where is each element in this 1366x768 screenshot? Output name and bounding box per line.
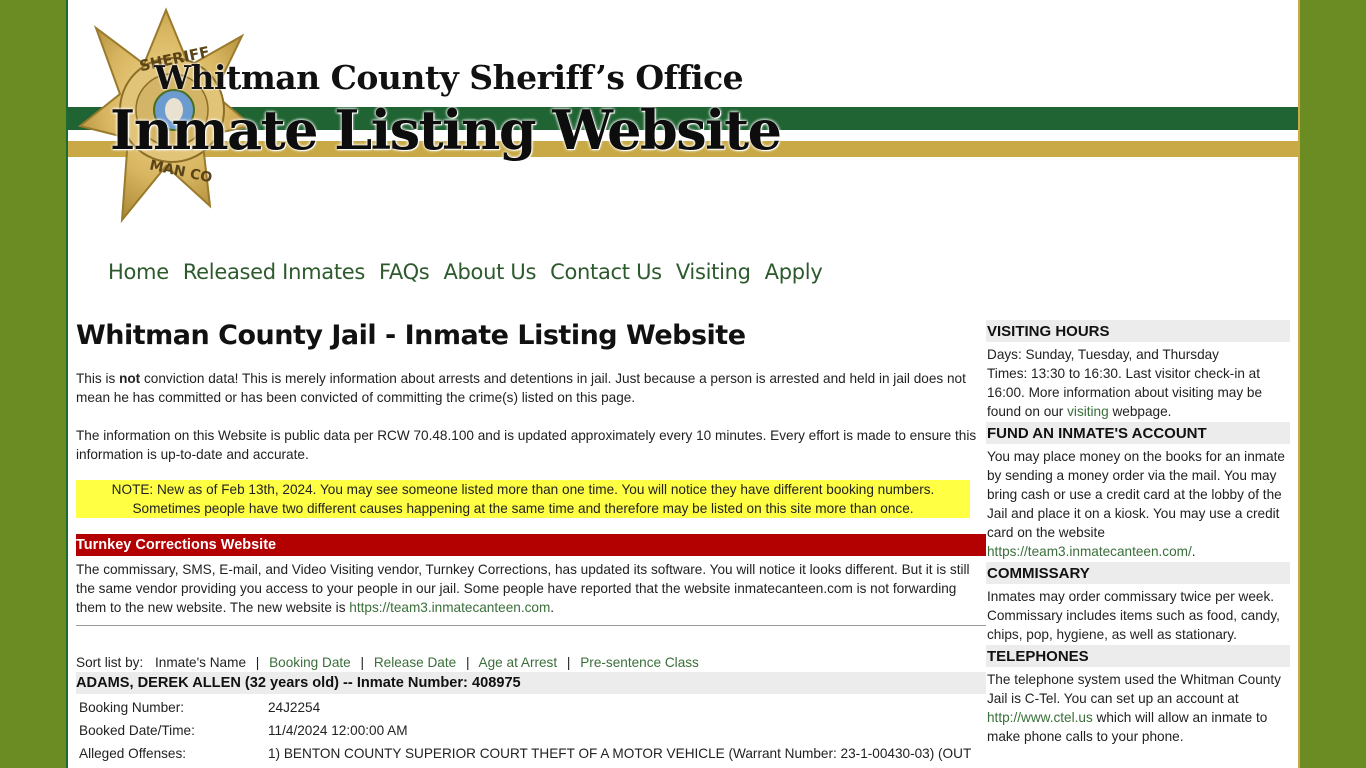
nav-visiting[interactable]: Visiting [676, 260, 751, 284]
sort-separator: | [255, 655, 260, 670]
nav-released-inmates[interactable]: Released Inmates [183, 260, 365, 284]
sort-separator: | [465, 655, 470, 670]
page-title: Whitman County Jail - Inmate Listing Web… [76, 320, 746, 351]
disclaimer-bold: not [119, 371, 141, 386]
note-banner: NOTE: New as of Feb 13th, 2024. You may … [76, 480, 970, 518]
turnkey-text: The commissary, SMS, E-mail, and Video V… [76, 560, 986, 617]
fund-account-text: You may place money on the books for an … [987, 447, 1290, 561]
sort-age-at-arrest[interactable]: Age at Arrest [479, 655, 558, 670]
banner-site-title: Inmate Listing Website [110, 98, 782, 162]
sort-separator: | [360, 655, 365, 670]
site-banner: SHERIFF MAN CO Whitman County Sheriff’s … [68, 0, 1298, 230]
commissary-heading: COMMISSARY [986, 562, 1290, 584]
sidebar: VISITING HOURS Days: Sunday, Tuesday, an… [986, 320, 1290, 747]
visiting-hours-text: Days: Sunday, Tuesday, and Thursday Time… [987, 345, 1290, 421]
field-value: 24J2254 [268, 700, 321, 715]
nav-apply[interactable]: Apply [765, 260, 823, 284]
sort-current: Inmate's Name [155, 655, 247, 670]
nav-about-us[interactable]: About Us [443, 260, 536, 284]
sort-label: Sort list by: [76, 655, 144, 670]
sort-presentence-class[interactable]: Pre-sentence Class [580, 655, 699, 670]
inmatecanteen-link[interactable]: https://team3.inmatecanteen.com/ [987, 544, 1192, 559]
turnkey-link[interactable]: https://team3.inmatecanteen.com [349, 600, 550, 615]
table-row: Alleged Offenses: 1) BENTON COUNTY SUPER… [76, 744, 974, 767]
field-label: Booked Date/Time: [79, 723, 195, 738]
fund-account-heading: FUND AN INMATE'S ACCOUNT [986, 422, 1290, 444]
disclaimer-suffix: conviction data! This is merely informat… [76, 371, 966, 405]
field-value: 11/4/2024 12:00:00 AM [268, 723, 408, 738]
visiting-after: webpage. [1108, 404, 1172, 419]
turnkey-heading: Turnkey Corrections Website [76, 534, 986, 556]
fund-body: You may place money on the books for an … [987, 449, 1285, 540]
table-row: Booking Number: 24J2254 [76, 698, 974, 721]
inmate-header: ADAMS, DEREK ALLEN (32 years old) -- Inm… [76, 672, 986, 694]
nav-faqs[interactable]: FAQs [379, 260, 430, 284]
sort-separator: | [566, 655, 571, 670]
disclaimer-prefix: This is [76, 371, 120, 386]
visiting-hours-heading: VISITING HOURS [986, 320, 1290, 342]
fund-after: . [1191, 544, 1196, 559]
sort-release-date[interactable]: Release Date [374, 655, 456, 670]
visiting-days: Days: Sunday, Tuesday, and Thursday [987, 347, 1219, 362]
field-value: 1) BENTON COUNTY SUPERIOR COURT THEFT OF… [268, 746, 972, 761]
main-nav: Home Released Inmates FAQs About Us Cont… [108, 260, 836, 284]
field-label: Booking Number: [79, 700, 185, 715]
telephones-text: The telephone system used the Whitman Co… [987, 670, 1290, 746]
telephones-heading: TELEPHONES [986, 645, 1290, 667]
visiting-link[interactable]: visiting [1067, 404, 1109, 419]
turnkey-after: . [550, 600, 555, 615]
table-row: Booked Date/Time: 11/4/2024 12:00:00 AM [76, 721, 974, 744]
nav-contact-us[interactable]: Contact Us [550, 260, 662, 284]
nav-home[interactable]: Home [108, 260, 169, 284]
banner-office-name: Whitman County Sheriff’s Office [154, 58, 744, 97]
sort-bar: Sort list by: Inmate's Name | Booking Da… [76, 655, 986, 670]
inmate-details-table: Booking Number: 24J2254 Booked Date/Time… [76, 698, 974, 767]
ctel-link[interactable]: http://www.ctel.us [987, 710, 1093, 725]
main-content: Whitman County Jail - Inmate Listing Web… [76, 320, 986, 767]
sort-booking-date[interactable]: Booking Date [269, 655, 351, 670]
telephones-body: The telephone system used the Whitman Co… [987, 672, 1281, 706]
section-divider [76, 625, 986, 626]
public-data-text: The information on this Website is publi… [76, 428, 977, 462]
page-container: SHERIFF MAN CO Whitman County Sheriff’s … [66, 0, 1300, 768]
disclaimer-text: This is not conviction data! This is mer… [76, 369, 986, 407]
commissary-text: Inmates may order commissary twice per w… [987, 589, 1280, 642]
field-label: Alleged Offenses: [79, 746, 187, 761]
